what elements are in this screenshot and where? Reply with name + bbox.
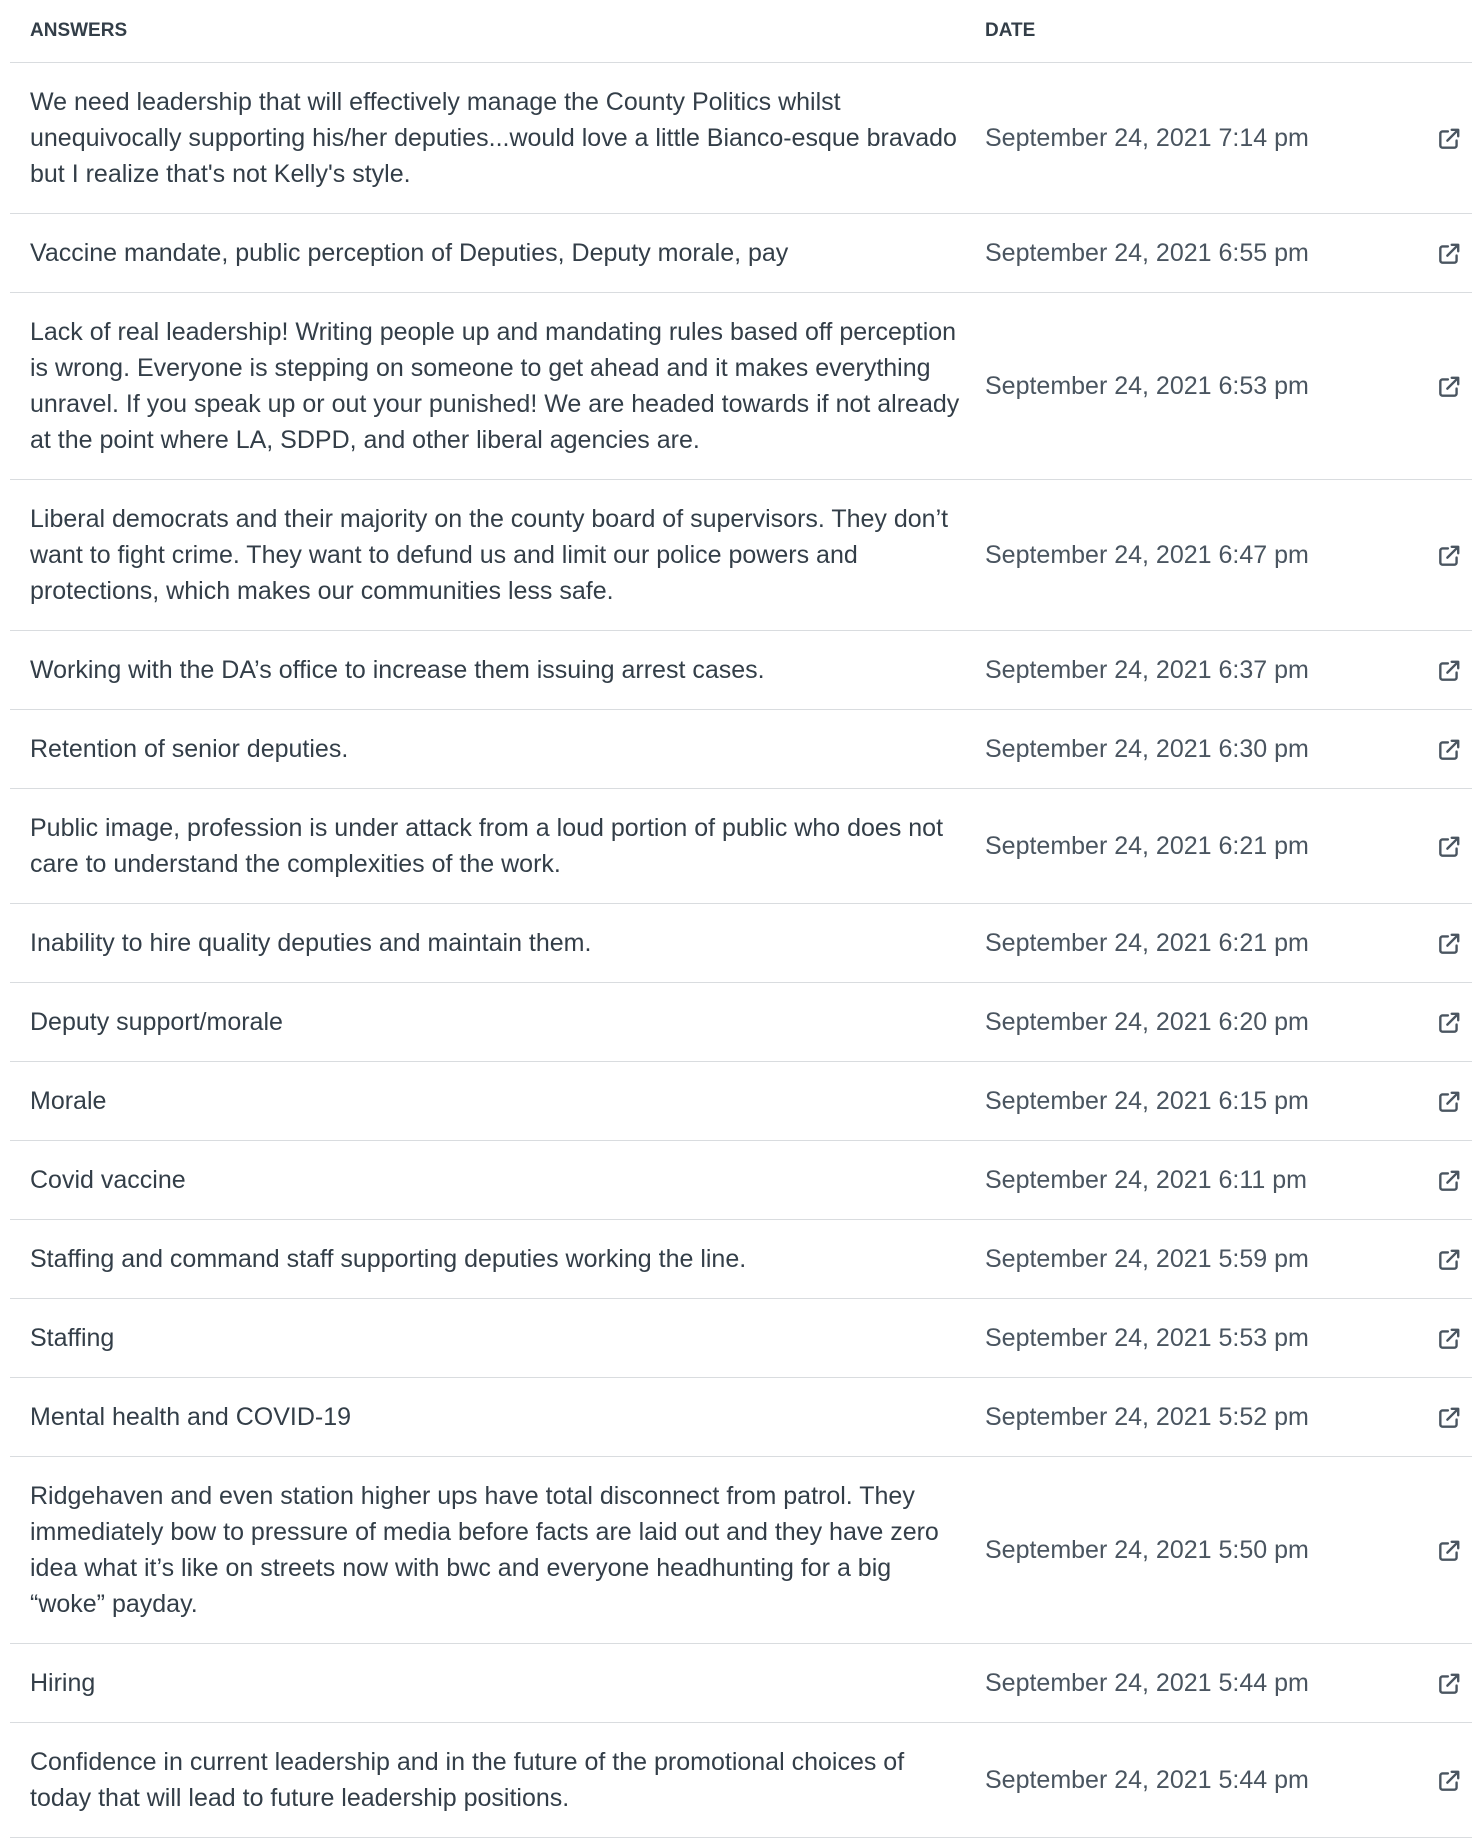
table-row: Staffing September 24, 2021 5:53 pm	[10, 1298, 1472, 1378]
open-response-cell	[1375, 1456, 1472, 1644]
external-link-icon[interactable]	[1436, 374, 1462, 400]
answer-text: Ridgehaven and even station higher ups h…	[10, 1456, 985, 1644]
answer-text: Staffing and command staff supporting de…	[10, 1219, 985, 1299]
table-row: Staffing and command staff supporting de…	[10, 1219, 1472, 1299]
answer-date: September 24, 2021 5:44 pm	[985, 1643, 1375, 1723]
answer-date: September 24, 2021 6:55 pm	[985, 213, 1375, 293]
table-row: Vaccine mandate, public perception of De…	[10, 213, 1472, 293]
table-row: We need leadership that will effectively…	[10, 62, 1472, 214]
open-response-cell	[1375, 1722, 1472, 1838]
external-link-icon[interactable]	[1436, 737, 1462, 763]
external-link-icon[interactable]	[1436, 931, 1462, 957]
open-response-cell	[1375, 903, 1472, 983]
answer-text: Liberal democrats and their majority on …	[10, 479, 985, 631]
open-response-cell	[1375, 1643, 1472, 1723]
answers-column-header: ANSWERS	[10, 0, 985, 63]
answer-date: September 24, 2021 6:20 pm	[985, 982, 1375, 1062]
table-row: Hiring September 24, 2021 5:44 pm	[10, 1643, 1472, 1723]
external-link-icon[interactable]	[1436, 834, 1462, 860]
external-link-icon[interactable]	[1436, 126, 1462, 152]
table-row: Covid vaccine September 24, 2021 6:11 pm	[10, 1140, 1472, 1220]
open-response-cell	[1375, 1140, 1472, 1220]
answer-text: Public image, profession is under attack…	[10, 788, 985, 904]
external-link-icon[interactable]	[1436, 1247, 1462, 1273]
open-response-cell	[1375, 62, 1472, 214]
table-header: ANSWERS DATE	[10, 0, 1472, 63]
answer-text: Working with the DA’s office to increase…	[10, 630, 985, 710]
answer-date: September 24, 2021 6:47 pm	[985, 479, 1375, 631]
table-body: We need leadership that will effectively…	[10, 62, 1472, 1838]
table-row: Public image, profession is under attack…	[10, 788, 1472, 904]
answer-text: Lack of real leadership! Writing people …	[10, 292, 985, 480]
open-response-cell	[1375, 1219, 1472, 1299]
answer-date: September 24, 2021 6:11 pm	[985, 1140, 1375, 1220]
answer-text: Mental health and COVID-19	[10, 1377, 985, 1457]
answer-text: Hiring	[10, 1643, 985, 1723]
answer-text: Confidence in current leadership and in …	[10, 1722, 985, 1838]
open-response-cell	[1375, 479, 1472, 631]
open-response-cell	[1375, 292, 1472, 480]
answer-date: September 24, 2021 6:30 pm	[985, 709, 1375, 789]
open-response-cell	[1375, 1298, 1472, 1378]
external-link-icon[interactable]	[1436, 1089, 1462, 1115]
answer-date: September 24, 2021 6:15 pm	[985, 1061, 1375, 1141]
answer-date: September 24, 2021 5:50 pm	[985, 1456, 1375, 1644]
answer-text: Retention of senior deputies.	[10, 709, 985, 789]
answer-text: We need leadership that will effectively…	[10, 62, 985, 214]
external-link-icon[interactable]	[1436, 658, 1462, 684]
open-response-cell	[1375, 709, 1472, 789]
answer-date: September 24, 2021 6:53 pm	[985, 292, 1375, 480]
table-row: Ridgehaven and even station higher ups h…	[10, 1456, 1472, 1644]
external-link-icon[interactable]	[1436, 543, 1462, 569]
link-column-header	[1375, 0, 1472, 63]
answer-date: September 24, 2021 7:14 pm	[985, 62, 1375, 214]
open-response-cell	[1375, 982, 1472, 1062]
external-link-icon[interactable]	[1436, 1671, 1462, 1697]
answer-date: September 24, 2021 6:21 pm	[985, 788, 1375, 904]
open-response-cell	[1375, 788, 1472, 904]
answer-date: September 24, 2021 5:52 pm	[985, 1377, 1375, 1457]
table-row: Lack of real leadership! Writing people …	[10, 292, 1472, 480]
open-response-cell	[1375, 1061, 1472, 1141]
table-row: Inability to hire quality deputies and m…	[10, 903, 1472, 983]
answer-text: Vaccine mandate, public perception of De…	[10, 213, 985, 293]
answer-date: September 24, 2021 6:21 pm	[985, 903, 1375, 983]
answer-text: Staffing	[10, 1298, 985, 1378]
answer-date: September 24, 2021 5:53 pm	[985, 1298, 1375, 1378]
external-link-icon[interactable]	[1436, 1168, 1462, 1194]
external-link-icon[interactable]	[1436, 1768, 1462, 1794]
table-row: Liberal democrats and their majority on …	[10, 479, 1472, 631]
answer-date: September 24, 2021 5:44 pm	[985, 1722, 1375, 1838]
open-response-cell	[1375, 630, 1472, 710]
table-row: Deputy support/morale September 24, 2021…	[10, 982, 1472, 1062]
external-link-icon[interactable]	[1436, 1405, 1462, 1431]
external-link-icon[interactable]	[1436, 1538, 1462, 1564]
answer-date: September 24, 2021 6:37 pm	[985, 630, 1375, 710]
answer-date: September 24, 2021 5:59 pm	[985, 1219, 1375, 1299]
table-row: Mental health and COVID-19 September 24,…	[10, 1377, 1472, 1457]
external-link-icon[interactable]	[1436, 241, 1462, 267]
answer-text: Morale	[10, 1061, 985, 1141]
table-row: Morale September 24, 2021 6:15 pm	[10, 1061, 1472, 1141]
external-link-icon[interactable]	[1436, 1326, 1462, 1352]
answer-text: Inability to hire quality deputies and m…	[10, 903, 985, 983]
answer-text: Deputy support/morale	[10, 982, 985, 1062]
answer-text: Covid vaccine	[10, 1140, 985, 1220]
table-row: Retention of senior deputies. September …	[10, 709, 1472, 789]
external-link-icon[interactable]	[1436, 1010, 1462, 1036]
date-column-header: DATE	[985, 0, 1375, 63]
responses-table: ANSWERS DATE We need leadership that wil…	[10, 0, 1472, 1838]
open-response-cell	[1375, 213, 1472, 293]
open-response-cell	[1375, 1377, 1472, 1457]
table-row: Confidence in current leadership and in …	[10, 1722, 1472, 1838]
table-row: Working with the DA’s office to increase…	[10, 630, 1472, 710]
